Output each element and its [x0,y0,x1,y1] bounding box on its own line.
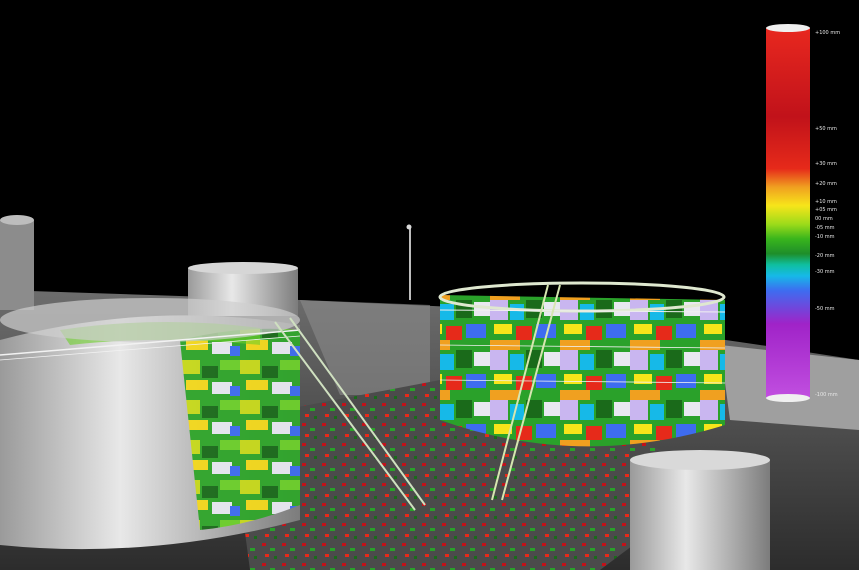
left-storage-tank [0,298,301,550]
scale-label-plus-20: +20 mm [815,181,837,187]
scale-label-minus-20: -20 mm [815,253,835,259]
scale-label-minus-10: -10 mm [815,234,835,240]
scale-label-plus-05: +05 mm [815,207,837,213]
scale-label-minus-05: -05 mm [815,225,835,231]
deviation-color-scale [766,24,810,402]
point-cloud-scene [0,0,859,570]
scale-label-minus-30: -30 mm [815,269,835,275]
scale-label-plus-100: +100 mm [815,30,841,36]
background-tank-left [0,215,34,310]
right-storage-tank [438,281,726,447]
light-pole-lamp [406,224,412,230]
scale-label-plus-30: +30 mm [815,161,837,167]
scale-label-minus-50: -50 mm [815,306,835,312]
scale-label-zero: 00 mm [815,216,833,222]
scale-label-minus-100: -100 mm [815,392,838,398]
foreground-tank [630,450,770,570]
scale-label-plus-10: +10 mm [815,199,837,205]
scale-label-plus-50: +50 mm [815,126,837,132]
